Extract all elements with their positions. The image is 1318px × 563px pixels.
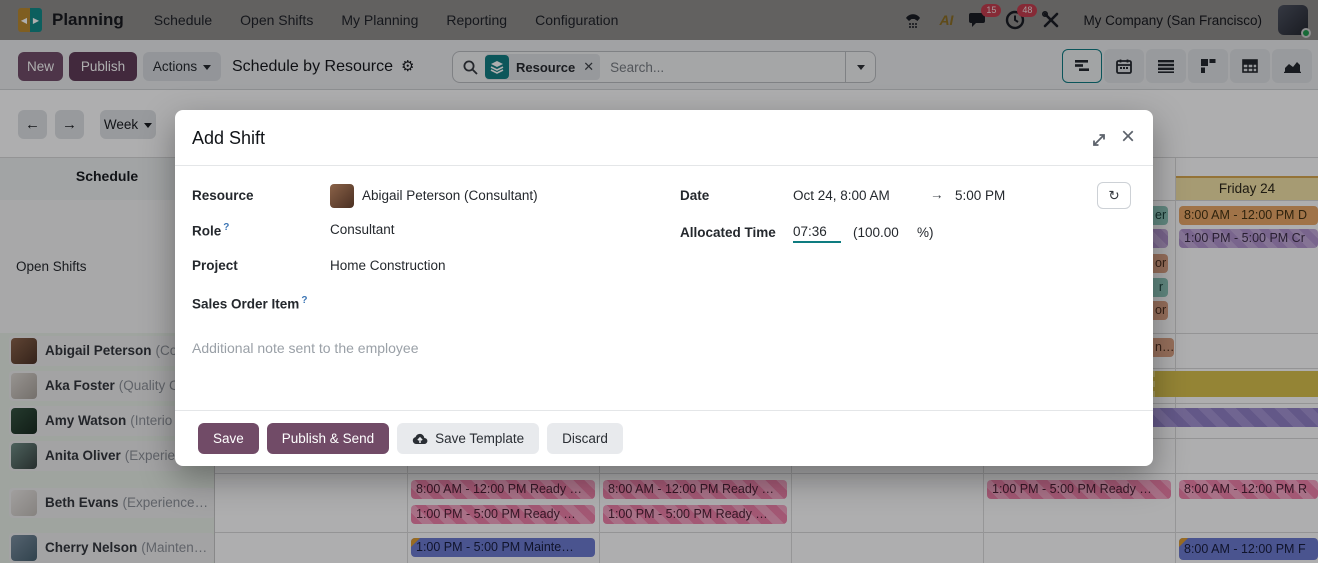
help-marker: ? [223, 222, 229, 233]
role-field-value[interactable]: Consultant [330, 222, 395, 237]
dialog-footer: Save Publish & Send Save Template Discar… [175, 410, 1153, 466]
allocated-pct-input[interactable]: 100.00 [858, 225, 899, 240]
save-template-button[interactable]: Save Template [397, 423, 539, 454]
publish-send-button[interactable]: Publish & Send [267, 423, 389, 454]
allocated-time-field-label: Allocated Time [680, 225, 776, 240]
note-input[interactable]: Additional note sent to the employee [192, 340, 419, 356]
project-field-value[interactable]: Home Construction [330, 258, 446, 273]
dialog-title: Add Shift [192, 128, 265, 149]
help-marker: ? [301, 295, 307, 306]
divider [175, 165, 1153, 166]
expand-icon[interactable] [1091, 132, 1109, 150]
date-end-value[interactable]: 5:00 PM [955, 188, 1005, 203]
role-field-label: Role? [192, 222, 229, 239]
allocated-pct-open: (100.00 [853, 225, 899, 240]
sales-order-item-field-label: Sales Order Item? [192, 295, 307, 312]
resource-field-value[interactable]: Abigail Peterson (Consultant) [362, 188, 538, 203]
date-start-value[interactable]: Oct 24, 8:00 AM [793, 188, 890, 203]
resource-avatar [330, 184, 354, 208]
discard-button[interactable]: Discard [547, 423, 623, 454]
resource-field-label: Resource [192, 188, 254, 203]
allocated-pct-close: %) [917, 225, 934, 240]
date-arrow-icon: → [930, 187, 944, 202]
project-field-label: Project [192, 258, 238, 273]
close-icon[interactable]: × [1121, 122, 1135, 152]
save-button[interactable]: Save [198, 423, 259, 454]
date-field-label: Date [680, 188, 709, 203]
recurrence-refresh-button[interactable]: ↻ [1097, 182, 1131, 209]
add-shift-dialog: Add Shift × Resource Abigail Peterson (C… [175, 110, 1153, 466]
cloud-upload-icon [412, 433, 428, 445]
allocated-hours-input[interactable]: 07:36 [793, 224, 841, 243]
